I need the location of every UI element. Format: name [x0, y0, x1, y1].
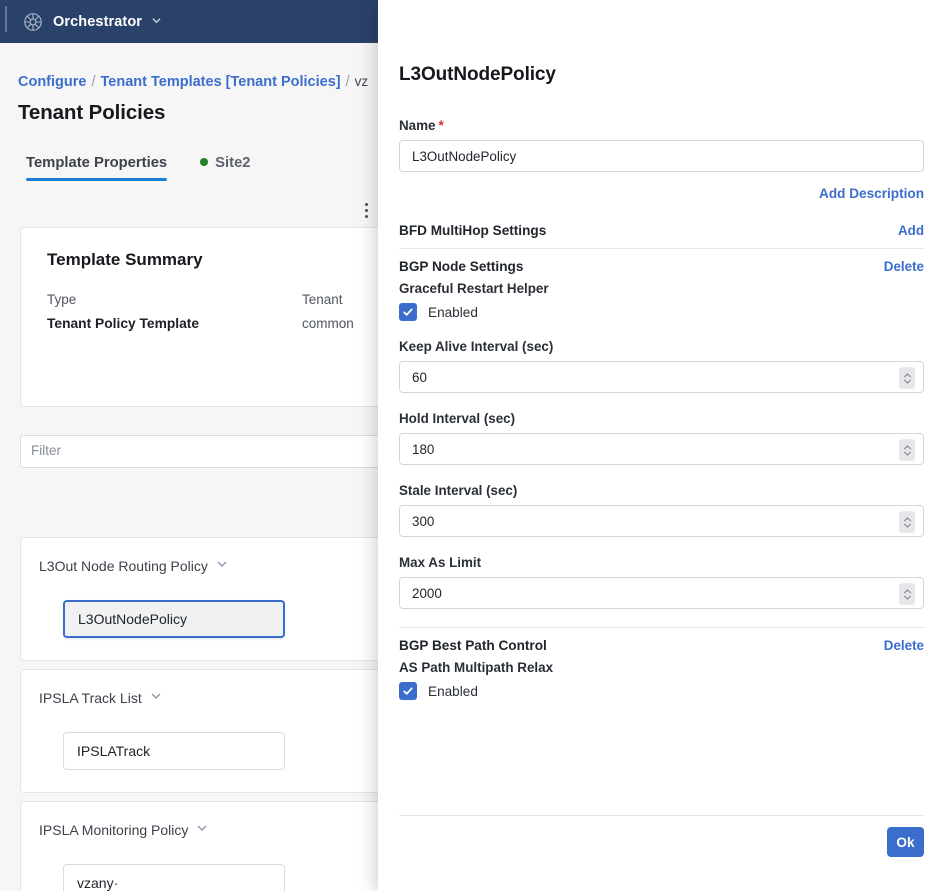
policy-card-header[interactable]: IPSLA Track List — [39, 689, 162, 707]
as-path-multipath-relax-checkbox[interactable] — [399, 682, 417, 700]
name-label-text: Name — [399, 118, 436, 133]
keep-alive-interval-input[interactable]: 60 — [399, 361, 924, 393]
kebab-dot — [365, 209, 368, 212]
tab-active-underline — [26, 178, 168, 181]
stale-interval-input[interactable]: 300 — [399, 505, 924, 537]
graceful-restart-helper-label: Graceful Restart Helper — [399, 281, 549, 296]
brand-label: Orchestrator — [53, 13, 143, 30]
bgp-best-path-control-delete-button[interactable]: Delete — [884, 638, 924, 653]
brand-area[interactable]: Orchestrator — [22, 0, 162, 43]
max-as-limit-label: Max As Limit — [399, 555, 482, 570]
graceful-restart-helper-checkbox-label: Enabled — [428, 304, 478, 320]
policy-card-label: IPSLA Monitoring Policy — [39, 822, 189, 838]
panel-footer-divider — [399, 815, 924, 816]
policy-card-label: IPSLA Track List — [39, 690, 142, 706]
bgp-node-divider — [399, 627, 924, 628]
policy-chip-l3outnodepolicy[interactable]: L3OutNodePolicy — [63, 600, 285, 638]
bgp-best-path-control-header: BGP Best Path Control Delete — [399, 638, 924, 653]
tab-site2-label: Site2 — [200, 155, 251, 171]
summary-column-tenant: Tenant common — [302, 288, 354, 336]
bgp-best-path-control-title: BGP Best Path Control — [399, 638, 547, 653]
app-root: Orchestrator ? — [0, 0, 933, 891]
l3out-node-policy-panel: L3OutNodePolicy Name * L3OutNodePolicy Ad… — [378, 0, 933, 891]
bfd-multihop-add-button[interactable]: Add — [898, 223, 924, 238]
ok-button[interactable]: Ok — [887, 827, 924, 857]
summary-tenant-label: Tenant — [302, 292, 343, 307]
policy-card-header[interactable]: L3Out Node Routing Policy — [39, 557, 228, 575]
bgp-node-settings-header: BGP Node Settings Delete — [399, 259, 924, 274]
bgp-node-settings-title: BGP Node Settings — [399, 259, 524, 274]
tab-site2-text: Site2 — [215, 155, 251, 171]
policy-chip-vzany[interactable]: vzany· — [63, 864, 285, 891]
breadcrumb-item-tenant-templates[interactable]: Tenant Templates [Tenant Policies] — [101, 74, 341, 90]
hold-interval-label: Hold Interval (sec) — [399, 411, 516, 426]
hold-interval-value: 180 — [412, 441, 435, 457]
required-asterisk: * — [438, 118, 444, 133]
panel-body: Name * L3OutNodePolicy Add Description BF… — [399, 118, 924, 700]
stale-interval-stepper[interactable] — [899, 511, 915, 533]
name-field-label: Name * — [399, 118, 924, 133]
sidebar-collapsed-rail[interactable] — [5, 6, 7, 32]
as-path-multipath-relax-row[interactable]: Enabled — [399, 682, 924, 700]
breadcrumb: Configure / Tenant Templates [Tenant Polic… — [18, 74, 368, 90]
max-as-limit-input[interactable]: 2000 — [399, 577, 924, 609]
bfd-divider — [399, 248, 924, 249]
page-title: Tenant Policies — [18, 101, 166, 124]
bgp-node-settings-delete-button[interactable]: Delete — [884, 259, 924, 274]
max-as-limit-value: 2000 — [412, 585, 442, 601]
as-path-multipath-relax-label: AS Path Multipath Relax — [399, 660, 554, 675]
breadcrumb-separator-1: / — [91, 74, 96, 90]
graceful-restart-helper-checkbox[interactable] — [399, 303, 417, 321]
hold-interval-stepper[interactable] — [899, 439, 915, 461]
policy-chip-ipslatrack[interactable]: IPSLATrack — [63, 732, 285, 770]
tab-bar: Template Properties Site2 — [26, 155, 251, 181]
breadcrumb-item-configure[interactable]: Configure — [18, 74, 86, 90]
breadcrumb-item-current: vz — [354, 74, 369, 89]
bfd-multihop-section-header: BFD MultiHop Settings Add — [399, 223, 924, 238]
stale-interval-value: 300 — [412, 513, 435, 529]
chevron-down-icon[interactable] — [196, 821, 208, 839]
max-as-limit-stepper[interactable] — [899, 583, 915, 605]
summary-type-label: Type — [47, 292, 77, 307]
tab-overflow-menu-icon[interactable] — [365, 203, 368, 218]
tab-template-properties-label: Template Properties — [26, 155, 168, 171]
site-status-dot-icon — [200, 158, 209, 166]
tab-site2[interactable]: Site2 — [200, 155, 251, 181]
as-path-multipath-relax-checkbox-label: Enabled — [428, 683, 478, 699]
name-input[interactable]: L3OutNodePolicy — [399, 140, 924, 172]
keep-alive-interval-value: 60 — [412, 369, 427, 385]
summary-column-type: Type Tenant Policy Template — [47, 288, 199, 336]
panel-title: L3OutNodePolicy — [399, 64, 556, 85]
chevron-down-icon[interactable] — [216, 557, 228, 575]
keep-alive-interval-stepper[interactable] — [899, 367, 915, 389]
policy-card-label: L3Out Node Routing Policy — [39, 558, 208, 574]
chevron-down-icon[interactable] — [150, 689, 162, 707]
kebab-dot — [365, 203, 368, 206]
orchestrator-globe-icon — [22, 11, 44, 33]
policy-card-header[interactable]: IPSLA Monitoring Policy — [39, 821, 208, 839]
filter-placeholder: Filter — [31, 443, 61, 458]
add-description-link[interactable]: Add Description — [399, 186, 924, 201]
tab-template-properties[interactable]: Template Properties — [26, 155, 168, 181]
hold-interval-input[interactable]: 180 — [399, 433, 924, 465]
breadcrumb-separator-2: / — [345, 74, 350, 90]
bfd-multihop-title: BFD MultiHop Settings — [399, 223, 547, 238]
template-summary-title: Template Summary — [47, 250, 203, 269]
graceful-restart-helper-row[interactable]: Enabled — [399, 303, 924, 321]
stale-interval-label: Stale Interval (sec) — [399, 483, 518, 498]
kebab-dot — [365, 215, 368, 218]
keep-alive-interval-label: Keep Alive Interval (sec) — [399, 339, 554, 354]
summary-tenant-value: common — [302, 316, 354, 331]
summary-type-value: Tenant Policy Template — [47, 316, 200, 331]
chevron-down-icon[interactable] — [151, 13, 162, 31]
